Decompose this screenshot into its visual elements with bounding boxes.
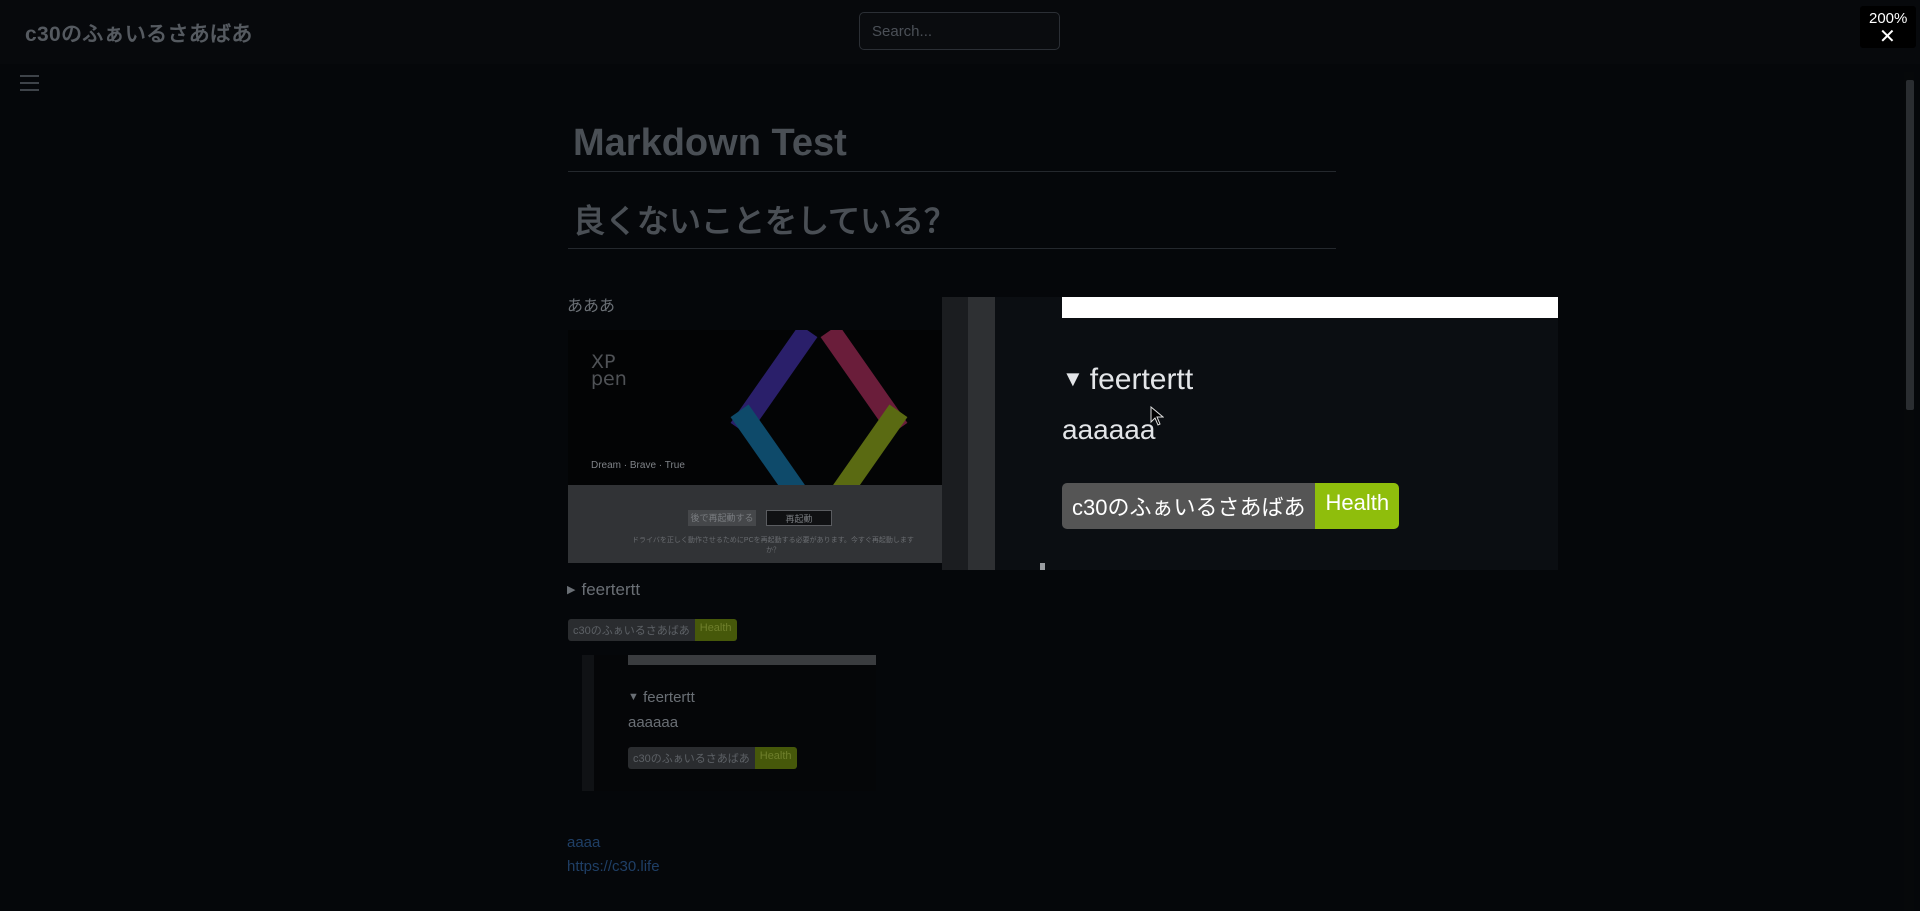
zoomed-body-text: aaaaaa (1062, 414, 1156, 445)
xp-pen-logo: XP pen (591, 351, 627, 390)
zoom-level: 200% (1869, 10, 1908, 27)
top-navigation-bar: c30のふぁいるさあばあ (0, 0, 1920, 64)
close-icon[interactable]: ✕ (1879, 27, 1896, 47)
triangle-down-icon: ▼ (1062, 366, 1084, 391)
zoomed-health-badge: c30のふぁいるさあばあ Health (1062, 483, 1400, 529)
link-c30-life[interactable]: https://c30.life (567, 858, 660, 875)
nested-summary: ▼ feertertt (628, 689, 695, 706)
zoom-control: 200% ✕ (1860, 6, 1916, 48)
section-heading: 良くないことをしている？ (573, 203, 957, 239)
mouse-cursor-icon (1150, 406, 1164, 426)
divider (568, 248, 1336, 249)
page: c30のふぁいるさあばあ Markdown Test 良くないことをしている？ … (0, 0, 1920, 911)
later-button: 後で再起動する (688, 510, 756, 526)
site-title[interactable]: c30のふぁいるさあばあ (25, 18, 253, 48)
scrollbar-thumb[interactable] (1906, 80, 1914, 410)
zoom-magnifier-view: ▼ feertertt aaaaaa c30のふぁいるさあばあ Health (942, 297, 1558, 570)
nested-body: aaaaaa (628, 714, 679, 731)
page-title: Markdown Test (573, 122, 847, 164)
restart-button: 再起動 (766, 510, 832, 526)
link-aaaa[interactable]: aaaa (567, 834, 600, 851)
menu-icon[interactable] (20, 75, 39, 91)
health-badge: c30のふぁいるさあばあ Health (568, 619, 737, 641)
embedded-screenshot-image: XP pen Dream · Brave · True 後で再起動する 再起動 … (568, 330, 943, 563)
search-input[interactable] (859, 12, 1060, 50)
article: Markdown Test 良くないことをしている？ (568, 110, 1336, 249)
triangle-down-icon: ▼ (628, 691, 639, 703)
zoomed-details-summary: ▼ feertertt (1062, 363, 1194, 396)
triangle-right-icon: ▶ (567, 584, 576, 596)
paragraph: あああ (567, 298, 616, 315)
dialog-note: ドライバを正しく動作させるためにPCを再起動する必要があります。今すぐ再起動しま… (632, 537, 914, 554)
nested-preview-image: ▼ feertertt aaaaaa c30のふぁいるさあばあ Health (582, 655, 876, 791)
tagline: Dream · Brave · True (591, 460, 685, 471)
dialog-area: 後で再起動する 再起動 ドライバを正しく動作させるためにPCを再起動する必要があ… (568, 485, 943, 563)
nested-health-badge: c30のふぁいるさあばあ Health (628, 747, 797, 769)
details-summary[interactable]: ▶ feertertt (567, 580, 640, 600)
